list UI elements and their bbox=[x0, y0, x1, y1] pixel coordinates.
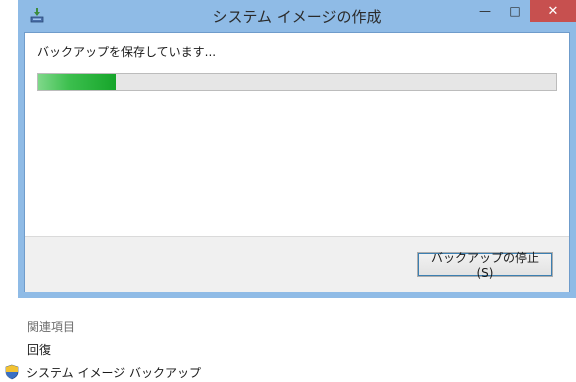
stop-backup-button[interactable]: バックアップの停止(S) bbox=[417, 251, 553, 280]
close-button[interactable]: ✕ bbox=[530, 0, 576, 22]
dialog-footer: バックアップの停止(S) bbox=[25, 236, 569, 292]
minimize-icon: — bbox=[479, 4, 491, 18]
dialog-window: システム イメージの作成 — □ ✕ バックアップを保存しています... バック… bbox=[18, 0, 576, 298]
dialog-content: バックアップを保存しています... バックアップの停止(S) bbox=[24, 32, 570, 292]
related-link-label: システム イメージ バックアップ bbox=[26, 365, 202, 380]
minimize-button[interactable]: — bbox=[470, 0, 500, 22]
maximize-button[interactable]: □ bbox=[500, 0, 530, 22]
title-bar[interactable]: システム イメージの作成 — □ ✕ bbox=[18, 0, 576, 32]
maximize-icon: □ bbox=[509, 4, 521, 18]
progress-bar bbox=[37, 73, 557, 91]
uac-shield-icon bbox=[4, 364, 20, 380]
close-icon: ✕ bbox=[547, 3, 559, 19]
related-link-system-image-backup[interactable]: システム イメージ バックアップ bbox=[4, 363, 201, 381]
progress-fill bbox=[38, 74, 116, 90]
status-text: バックアップを保存しています... bbox=[37, 45, 217, 59]
related-link-recovery[interactable]: 回復 bbox=[27, 341, 51, 358]
page: システム イメージの作成 — □ ✕ バックアップを保存しています... バック… bbox=[0, 0, 576, 382]
related-heading: 関連項目 bbox=[27, 320, 76, 334]
